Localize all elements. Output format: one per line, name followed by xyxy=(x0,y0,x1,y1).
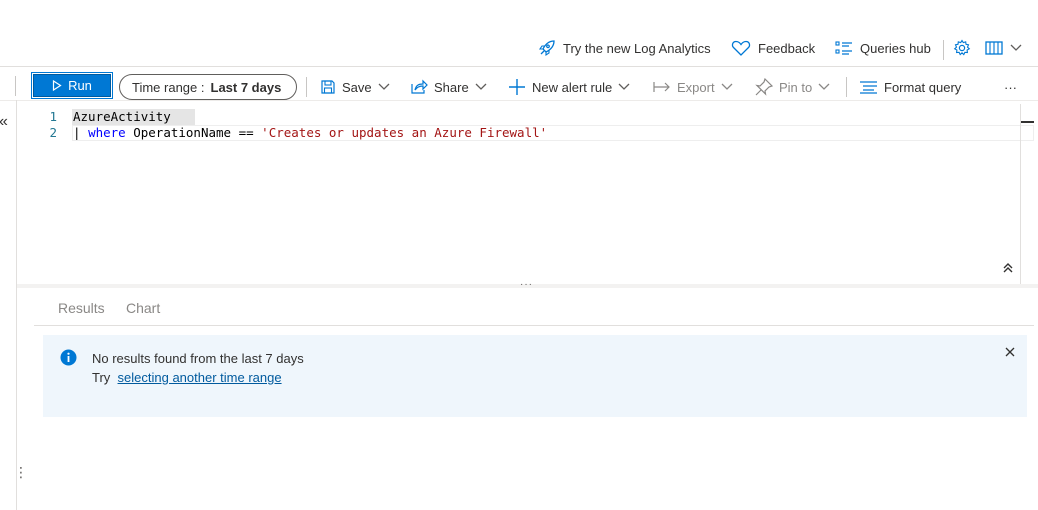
share-icon xyxy=(411,79,428,95)
plus-icon xyxy=(508,78,526,96)
feedback-button[interactable]: Feedback xyxy=(731,32,815,64)
toolbar-divider xyxy=(306,77,307,97)
chevron-down-icon xyxy=(475,83,487,91)
feedback-label: Feedback xyxy=(758,40,816,56)
try-text: Try selecting another time range xyxy=(92,370,282,385)
book-menu-button[interactable] xyxy=(985,32,1022,64)
minimap-marker xyxy=(1020,121,1034,123)
arrow-right-icon xyxy=(653,81,671,93)
export-button[interactable]: Export xyxy=(653,74,733,100)
list-icon xyxy=(835,40,853,56)
chevron-down-icon xyxy=(818,83,830,91)
vertical-drag-handle[interactable]: ⋮ xyxy=(14,464,28,481)
format-query-button[interactable]: Format query xyxy=(859,74,961,100)
toolbar-divider xyxy=(846,77,847,97)
book-icon xyxy=(985,40,1003,56)
run-button[interactable]: Run xyxy=(31,72,113,99)
tabs-underline xyxy=(34,325,1034,326)
queries-hub-button[interactable]: Queries hub xyxy=(835,32,931,64)
line-number: 1 xyxy=(49,109,57,124)
try-new-log-analytics-link[interactable]: Try the new Log Analytics xyxy=(538,32,711,64)
field-token: OperationName == xyxy=(125,125,262,140)
chevron-down-icon xyxy=(618,83,630,91)
close-icon[interactable] xyxy=(1005,347,1015,357)
more-icon: ··· xyxy=(1004,79,1017,95)
save-label: Save xyxy=(342,79,372,95)
editor-line-2: 2 | where OperationName == 'Creates or u… xyxy=(17,125,1023,141)
chevron-down-icon xyxy=(378,83,390,91)
rocket-icon xyxy=(538,39,556,57)
try-prefix: Try xyxy=(92,370,111,385)
try-new-label: Try the new Log Analytics xyxy=(563,40,711,56)
format-query-label: Format query xyxy=(884,79,962,95)
play-icon xyxy=(52,80,62,91)
share-label: Share xyxy=(434,79,469,95)
settings-button[interactable] xyxy=(953,32,971,64)
editor-line-1: 1 AzureActivity xyxy=(17,109,1023,125)
new-alert-rule-label: New alert rule xyxy=(532,79,613,95)
string-token: 'Creates or updates an Azure Firewall' xyxy=(261,125,548,140)
chevron-down-icon xyxy=(721,83,733,91)
pin-to-button[interactable]: Pin to xyxy=(755,74,830,100)
new-alert-rule-button[interactable]: New alert rule xyxy=(508,74,630,100)
toolbar-left-divider xyxy=(15,76,16,96)
heart-icon xyxy=(731,39,751,57)
pin-to-label: Pin to xyxy=(779,79,813,95)
code-text: AzureActivity xyxy=(73,109,171,124)
pin-icon xyxy=(755,78,773,96)
save-button[interactable]: Save xyxy=(320,74,390,100)
toolbar-bottom-border xyxy=(0,100,1038,101)
editor-right-border xyxy=(1020,104,1021,284)
no-results-banner: No results found from the last 7 days Tr… xyxy=(43,335,1027,417)
pipe-token: | xyxy=(73,125,89,140)
select-time-range-link[interactable]: selecting another time range xyxy=(118,370,282,385)
tab-results[interactable]: Results xyxy=(58,300,105,316)
no-results-message: No results found from the last 7 days xyxy=(92,351,304,366)
gear-icon xyxy=(953,39,971,57)
collapse-editor-icon[interactable] xyxy=(1002,262,1014,274)
share-button[interactable]: Share xyxy=(411,74,487,100)
more-options-button[interactable]: ··· xyxy=(1004,74,1017,100)
chevron-down-icon xyxy=(1010,44,1022,52)
query-editor[interactable]: 1 AzureActivity 2 | where OperationName … xyxy=(17,104,1034,284)
export-label: Export xyxy=(677,79,715,95)
time-range-value: Last 7 days xyxy=(210,79,282,95)
header-divider xyxy=(0,66,1038,67)
line-number: 2 xyxy=(49,125,57,140)
tab-chart[interactable]: Chart xyxy=(126,300,160,316)
keyword-token: where xyxy=(88,125,126,140)
code-text: | where OperationName == 'Creates or upd… xyxy=(73,125,547,141)
top-divider xyxy=(943,40,944,60)
collapse-sidebar-icon[interactable]: « xyxy=(0,113,8,131)
format-icon xyxy=(859,80,878,94)
info-icon xyxy=(60,349,77,366)
time-range-label: Time range : xyxy=(132,79,205,95)
splitter-dots[interactable]: ··· xyxy=(520,279,533,290)
time-range-picker[interactable]: Time range : Last 7 days xyxy=(119,74,297,100)
save-icon xyxy=(320,79,336,95)
queries-hub-label: Queries hub xyxy=(860,40,931,56)
run-label: Run xyxy=(68,78,92,93)
